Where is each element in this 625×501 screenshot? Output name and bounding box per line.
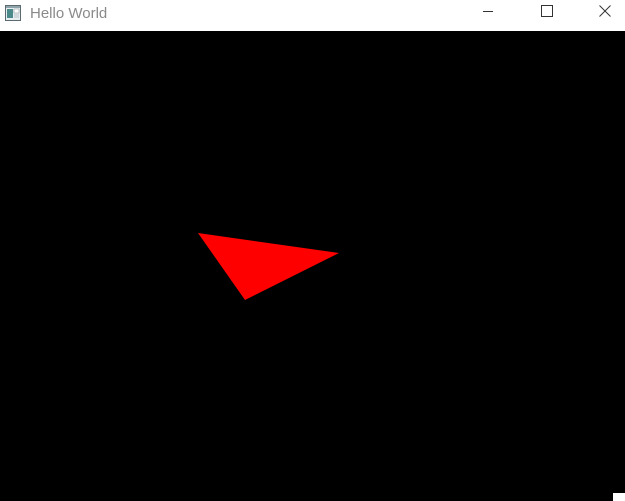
minimize-button[interactable] [465, 0, 511, 26]
maximize-button[interactable] [524, 0, 570, 26]
resize-corner[interactable] [613, 493, 625, 501]
close-button[interactable] [582, 0, 625, 26]
red-triangle [198, 233, 339, 300]
maximize-icon [541, 4, 553, 22]
render-viewport[interactable] [0, 31, 625, 501]
app-window: Hello World [0, 0, 625, 501]
app-window-icon[interactable] [5, 5, 21, 21]
minimize-icon [482, 4, 494, 22]
title-bar[interactable]: Hello World [0, 0, 625, 31]
window-title: Hello World [30, 5, 108, 22]
close-icon [599, 4, 611, 22]
scene-canvas [198, 233, 339, 300]
